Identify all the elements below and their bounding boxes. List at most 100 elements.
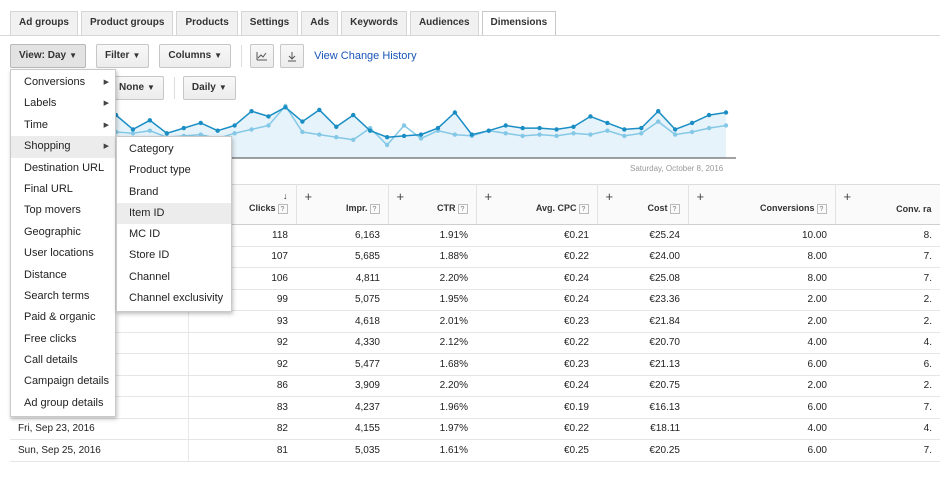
chart-point-series-1	[622, 127, 627, 132]
tab-keywords[interactable]: Keywords	[341, 11, 407, 35]
add-column-icon[interactable]: +	[606, 189, 614, 204]
menu-item-call-details[interactable]: Call details	[11, 350, 115, 371]
compare-none-label: None	[119, 82, 144, 93]
row-value-cell: 5,477	[296, 353, 388, 376]
row-value-cell: 7.	[835, 396, 940, 419]
column-header-conv-ra[interactable]: + Conv. ra	[835, 184, 940, 225]
row-value-cell: €20.70	[597, 332, 688, 354]
menu-item-labels[interactable]: Labels ▶	[11, 93, 115, 114]
column-header-cost[interactable]: + Cost?	[597, 184, 689, 225]
column-header-avg-cpc[interactable]: + Avg. CPC?	[476, 184, 598, 225]
add-column-icon[interactable]: +	[305, 189, 313, 204]
chart-point-series-1	[283, 105, 288, 110]
filter-button[interactable]: Filter ▼	[95, 44, 150, 68]
submenu-item-channel-exclusivity[interactable]: Channel exclusivity	[117, 288, 231, 309]
chart-point-series-1	[367, 128, 373, 133]
row-value-cell: €25.24	[597, 224, 688, 247]
chart-point-series-2	[300, 129, 305, 135]
chart-point-series-2	[639, 131, 644, 136]
tab-bar: Ad groups Product groups Products Settings A…	[10, 11, 557, 36]
menu-item-shopping[interactable]: Shopping ▶	[11, 136, 115, 158]
menu-item-user-locations[interactable]: User locations	[11, 243, 115, 264]
tab-audiences[interactable]: Audiences	[409, 11, 479, 35]
row-value-cell: 5,035	[296, 439, 388, 462]
menu-item-time[interactable]: Time ▶	[11, 115, 115, 136]
chart-point-series-1	[418, 132, 424, 137]
help-icon[interactable]: ?	[816, 204, 827, 214]
submenu-item-channel[interactable]: Channel	[117, 267, 231, 288]
chevron-down-icon: ▼	[69, 51, 77, 60]
chart-point-series-2	[656, 119, 661, 124]
menu-item-ad-group-details[interactable]: Ad group details	[11, 393, 115, 414]
chart-point-series-1	[469, 132, 475, 137]
tab-ad-groups[interactable]: Ad groups	[10, 11, 78, 35]
add-column-icon[interactable]: +	[485, 189, 493, 204]
chart-toggle-button[interactable]	[250, 44, 275, 68]
column-header-conversions[interactable]: + Conversions?	[688, 184, 836, 225]
row-value-cell: 2.	[835, 375, 940, 397]
chart-point-series-2	[706, 125, 712, 131]
tab-product-groups[interactable]: Product groups	[81, 11, 174, 35]
help-icon[interactable]: ?	[669, 204, 680, 214]
chart-point-series-1	[554, 127, 559, 132]
row-value-cell: €16.13	[597, 396, 688, 419]
menu-item-destination-url[interactable]: Destination URL	[11, 158, 115, 179]
table-row: Fri, Sep 23, 2016 82 4,155 1.97% €0.22 €18.11…	[10, 418, 940, 440]
help-icon[interactable]: ?	[578, 204, 589, 214]
columns-button[interactable]: Columns ▼	[159, 44, 232, 68]
row-value-cell: 4,237	[296, 396, 388, 419]
table-row: Sun, Sep 25, 2016 81 5,035 1.61% €0.25 €20.25…	[10, 439, 940, 462]
submenu-item-category[interactable]: Category	[117, 139, 231, 160]
column-header-label: Cost	[647, 203, 668, 213]
chart-point-series-1	[723, 110, 729, 115]
tab-ads[interactable]: Ads	[301, 11, 339, 35]
add-column-icon[interactable]: +	[397, 189, 405, 204]
daily-button[interactable]: Daily ▼	[182, 76, 236, 100]
help-icon[interactable]: ?	[457, 204, 468, 214]
chart-point-series-1	[435, 125, 441, 131]
help-icon[interactable]: ?	[369, 204, 380, 214]
toolbar: View: Day ▼ Filter ▼ Columns ▼ View Change …	[10, 44, 417, 68]
column-header-ctr[interactable]: + CTR?	[388, 184, 477, 225]
chart-point-series-1	[689, 120, 695, 126]
menu-item-distance[interactable]: Distance	[11, 265, 115, 286]
menu-item-final-url[interactable]: Final URL	[11, 179, 115, 200]
add-column-icon[interactable]: +	[697, 189, 705, 204]
row-value-cell: 2.	[835, 289, 940, 311]
tab-products[interactable]: Products	[176, 11, 238, 35]
add-column-icon[interactable]: +	[844, 189, 852, 204]
help-icon[interactable]: ?	[277, 204, 288, 214]
row-value-cell: 6.00	[688, 353, 835, 376]
chart-point-series-1	[147, 118, 153, 123]
menu-item-label: Ad group details	[24, 396, 104, 409]
row-value-cell: 7.	[835, 246, 940, 268]
submenu-item-mc-id[interactable]: MC ID	[117, 224, 231, 245]
tab-dimensions[interactable]: Dimensions	[481, 11, 557, 36]
column-header-impr-[interactable]: + Impr.?	[296, 184, 389, 225]
chevron-down-icon: ▼	[147, 83, 155, 92]
menu-item-label: Paid & organic	[24, 311, 96, 324]
toolbar-separator	[241, 45, 243, 67]
view-change-history-link[interactable]: View Change History	[314, 50, 417, 62]
submenu-item-item-id[interactable]: Item ID	[117, 202, 231, 225]
chart-point-series-1	[672, 127, 678, 132]
submenu-item-product-type[interactable]: Product type	[117, 160, 231, 181]
row-value-cell: 4,155	[296, 418, 388, 440]
menu-item-top-movers[interactable]: Top movers	[11, 200, 115, 221]
menu-item-label: Final URL	[24, 182, 73, 195]
download-button[interactable]	[280, 44, 305, 68]
submenu-item-brand[interactable]: Brand	[117, 182, 231, 203]
menu-item-geographic[interactable]: Geographic	[11, 222, 115, 243]
menu-item-label: Geographic	[24, 225, 81, 238]
columns-button-label: Columns	[168, 50, 212, 61]
menu-item-label: Campaign details	[24, 375, 109, 388]
tab-settings[interactable]: Settings	[240, 11, 299, 35]
view-button[interactable]: View: Day ▼	[10, 44, 86, 68]
submenu-item-store-id[interactable]: Store ID	[117, 245, 231, 266]
menu-item-campaign-details[interactable]: Campaign details	[11, 371, 115, 392]
menu-item-paid-organic[interactable]: Paid & organic	[11, 307, 115, 328]
menu-item-search-terms[interactable]: Search terms	[11, 286, 115, 307]
compare-none-button[interactable]: None ▼	[110, 76, 164, 100]
menu-item-free-clicks[interactable]: Free clicks	[11, 329, 115, 350]
menu-item-conversions[interactable]: Conversions ▶	[11, 72, 115, 93]
